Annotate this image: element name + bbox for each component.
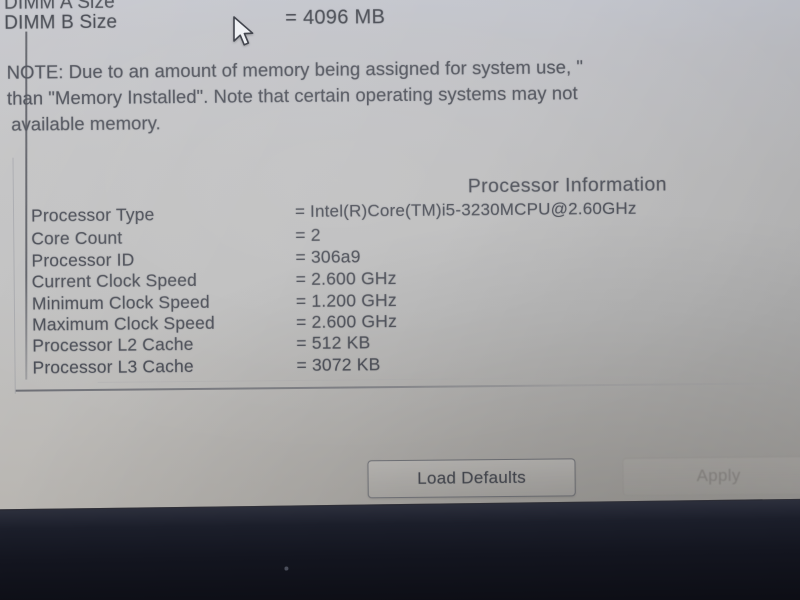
processor-information-heading: Processor Information bbox=[467, 173, 668, 198]
bios-setup-screenshot: DIMM A Size DIMM B Size = 4096 MB NOTE: … bbox=[0, 0, 800, 600]
current-clock-speed-value: = 2.600 GHz bbox=[295, 268, 397, 290]
memory-note-line-3: available memory. bbox=[11, 112, 161, 135]
panel-border-bottom bbox=[15, 382, 786, 392]
load-defaults-button[interactable]: Load Defaults bbox=[367, 458, 576, 499]
panel-border-left bbox=[25, 31, 28, 380]
maximum-clock-speed-value: = 2.600 GHz bbox=[295, 311, 398, 333]
core-count-label: Core Count bbox=[31, 227, 123, 249]
monitor-bezel bbox=[0, 498, 800, 600]
memory-note-line-1: NOTE: Due to an amount of memory being a… bbox=[6, 56, 584, 83]
bezel-speck bbox=[284, 566, 289, 571]
memory-note-line-2: than "Memory Installed". Note that certa… bbox=[6, 82, 578, 109]
maximum-clock-speed-label: Maximum Clock Speed bbox=[32, 312, 215, 335]
bios-setup-content: DIMM A Size DIMM B Size = 4096 MB NOTE: … bbox=[0, 0, 800, 524]
processor-type-label: Processor Type bbox=[30, 204, 155, 226]
processor-type-value: = Intel(R)Core(TM)i5-3230MCPU@2.60GHz bbox=[294, 198, 637, 222]
current-clock-speed-label: Current Clock Speed bbox=[31, 269, 198, 292]
dimm-b-size-value: = 4096 MB bbox=[285, 6, 386, 30]
panel-outer-border-bottom bbox=[97, 375, 798, 383]
processor-id-label: Processor ID bbox=[31, 249, 135, 271]
panel-outer-border-left bbox=[12, 157, 16, 394]
processor-id-value: = 306a9 bbox=[295, 246, 361, 268]
minimum-clock-speed-label: Minimum Clock Speed bbox=[31, 291, 210, 314]
apply-button[interactable]: Apply bbox=[622, 456, 800, 496]
processor-l3-cache-value: = 3072 KB bbox=[296, 354, 381, 376]
processor-l2-cache-label: Processor L2 Cache bbox=[32, 333, 194, 356]
processor-l3-cache-label: Processor L3 Cache bbox=[32, 355, 194, 378]
core-count-value: = 2 bbox=[295, 224, 321, 246]
minimum-clock-speed-value: = 1.200 GHz bbox=[295, 290, 397, 312]
dimm-b-size-label: DIMM B Size bbox=[4, 11, 118, 34]
arrow-pointer-icon bbox=[233, 16, 254, 46]
processor-l2-cache-value: = 512 KB bbox=[296, 332, 371, 354]
